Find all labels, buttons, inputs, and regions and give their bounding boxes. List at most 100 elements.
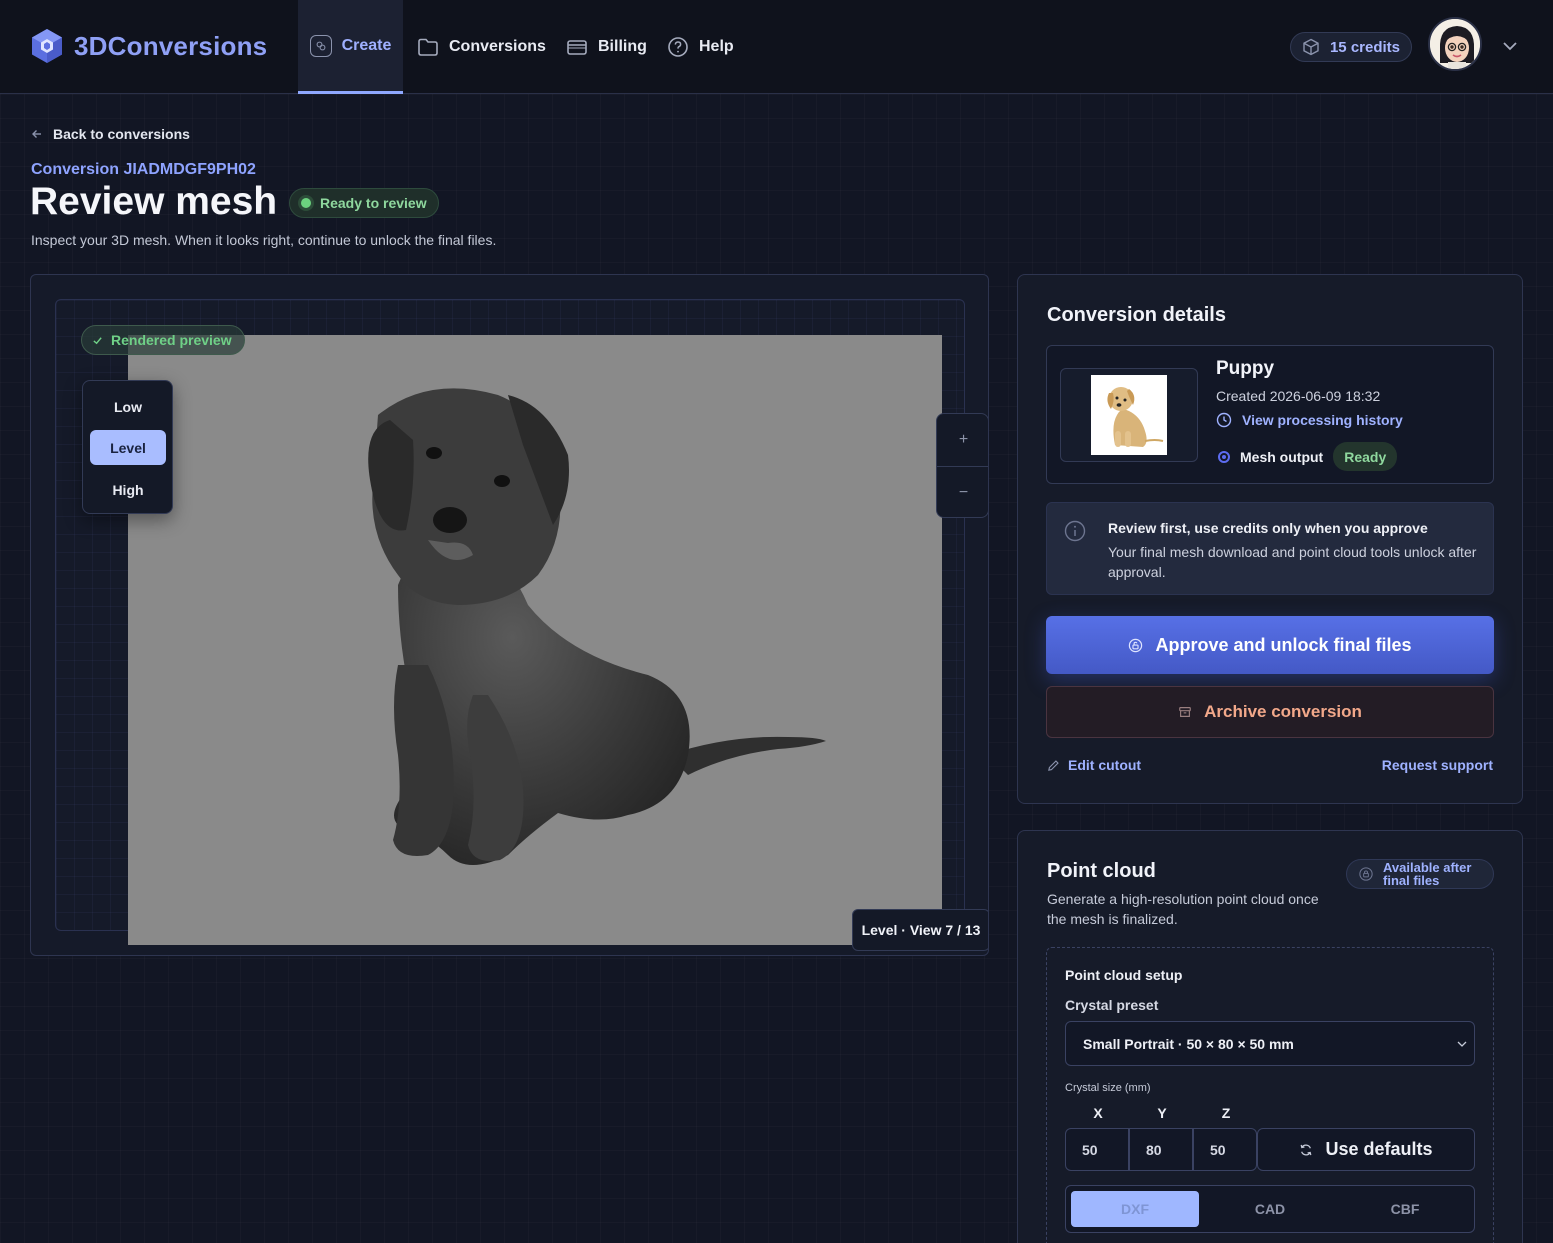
- pencil-icon: [1048, 759, 1059, 771]
- nav-tab-create-label: Create: [341, 36, 392, 54]
- approve-unlock-label: Approve and unlock final files: [1155, 634, 1412, 655]
- point-cloud-description: Generate a high-resolution point cloud o…: [1047, 891, 1319, 927]
- info-icon: [1064, 520, 1086, 542]
- crystal-preset-label: Crystal preset: [1065, 997, 1159, 1013]
- format-option-cad[interactable]: CAD: [1206, 1191, 1334, 1227]
- nav-tab-billing[interactable]: Billing: [566, 0, 647, 94]
- edit-cutout-label: Edit cutout: [1068, 757, 1142, 773]
- use-defaults-label: Use defaults: [1325, 1139, 1433, 1159]
- status-dot-icon: [301, 198, 311, 208]
- unlock-icon: [1129, 638, 1143, 652]
- axis-label-y: Y: [1157, 1105, 1167, 1121]
- crystal-preset-value: Small Portrait · 50 × 80 × 50 mm: [1083, 1035, 1294, 1052]
- back-link[interactable]: Back to conversions: [31, 126, 190, 142]
- zoom-out-button[interactable]: −: [937, 466, 988, 518]
- processing-history-link[interactable]: View processing history: [1216, 412, 1403, 428]
- avatar-image: [1430, 19, 1480, 69]
- archive-icon: [1179, 707, 1191, 717]
- viewer-canvas[interactable]: Rendered preview Low Level High + − Leve…: [55, 299, 988, 951]
- processing-history-label: View processing history: [1242, 412, 1403, 428]
- check-icon: [93, 336, 102, 344]
- brand-logo[interactable]: 3DConversions: [30, 28, 267, 64]
- conversion-details-title: Conversion details: [1047, 304, 1226, 326]
- asset-summary: Puppy Created 2026-06-09 18:32 View proc…: [1046, 345, 1494, 484]
- chevron-down-icon: [1457, 1041, 1467, 1047]
- card-icon: [567, 40, 587, 55]
- conversion-id: Conversion JIADMDGF9PH02: [31, 161, 256, 178]
- nav-tab-conversions[interactable]: Conversions: [417, 0, 546, 94]
- format-option-cbf[interactable]: CBF: [1341, 1191, 1469, 1227]
- point-cloud-card: Point cloud Available after final files …: [1017, 830, 1523, 1243]
- rendered-preview-badge: Rendered preview: [81, 325, 245, 355]
- nav-tab-conversions-label: Conversions: [449, 38, 546, 55]
- setup-title: Point cloud setup: [1065, 967, 1183, 983]
- quality-selector: Low Level High: [82, 380, 173, 514]
- puppy-mesh-image: [368, 388, 826, 865]
- credits-badge[interactable]: 15 credits: [1290, 32, 1412, 62]
- cube-icon: [1303, 38, 1319, 56]
- mesh-ready-badge: Ready: [1333, 442, 1398, 471]
- help-icon: [668, 37, 688, 57]
- nav-tab-create[interactable]: Create: [298, 0, 403, 94]
- mesh-output-status: Mesh output Ready: [1218, 442, 1398, 471]
- top-navigation: 3DConversions Create Conversions Billing…: [0, 0, 1553, 94]
- approval-info-banner: Review first, use credits only when you …: [1046, 502, 1494, 595]
- availability-badge: Available after final files: [1346, 859, 1494, 889]
- axis-label-x: X: [1093, 1105, 1103, 1121]
- cube-logo-icon: [32, 29, 62, 63]
- nav-tab-billing-label: Billing: [598, 38, 647, 55]
- status-badge-label: Ready to review: [320, 195, 427, 211]
- crystal-size-label: Crystal size (mm): [1065, 1082, 1151, 1094]
- arrow-left-icon: [32, 130, 41, 138]
- crystal-size-z-input[interactable]: 50: [1193, 1128, 1257, 1171]
- edit-cutout-link[interactable]: Edit cutout: [1047, 757, 1141, 773]
- clock-icon: [1216, 412, 1232, 428]
- create-icon: [309, 34, 332, 57]
- status-badge: Ready to review: [289, 188, 439, 218]
- lock-icon: [1359, 867, 1373, 881]
- archive-conversion-label: Archive conversion: [1204, 702, 1362, 721]
- puppy-photo: [1091, 375, 1167, 455]
- quality-option-low[interactable]: Low: [90, 389, 166, 424]
- point-cloud-title: Point cloud: [1047, 860, 1156, 882]
- folder-icon: [418, 38, 438, 56]
- page-title: Review mesh: [30, 180, 278, 223]
- asset-name: Puppy: [1216, 358, 1275, 379]
- format-selector: DXF CAD CBF: [1065, 1185, 1475, 1233]
- radio-target-icon: [1218, 450, 1230, 463]
- format-option-dxf[interactable]: DXF: [1071, 1191, 1199, 1227]
- asset-created-date: Created 2026-06-09 18:32: [1216, 388, 1381, 404]
- nav-tab-help-label: Help: [699, 38, 734, 55]
- mesh-output-label: Mesh output: [1240, 448, 1324, 465]
- user-avatar[interactable]: [1428, 17, 1482, 71]
- brand-name: 3DConversions: [74, 30, 268, 61]
- use-defaults-button[interactable]: Use defaults: [1257, 1128, 1475, 1171]
- crystal-size-y-input[interactable]: 80: [1129, 1128, 1193, 1171]
- info-banner-body: Your final mesh download and point cloud…: [1108, 544, 1477, 580]
- quality-option-level[interactable]: Level: [90, 430, 166, 465]
- conversion-details-card: Conversion details Puppy Created 2026-06…: [1017, 274, 1523, 804]
- back-link-label: Back to conversions: [53, 126, 190, 142]
- archive-conversion-button[interactable]: Archive conversion: [1046, 686, 1494, 738]
- page-subtitle: Inspect your 3D mesh. When it looks righ…: [31, 232, 497, 248]
- asset-thumbnail[interactable]: [1060, 368, 1198, 462]
- request-support-link[interactable]: Request support: [1382, 757, 1493, 773]
- quality-option-high[interactable]: High: [90, 472, 166, 507]
- zoom-controls: + −: [936, 413, 988, 518]
- rendered-preview-label: Rendered preview: [111, 332, 232, 348]
- approve-unlock-button[interactable]: Approve and unlock final files: [1046, 616, 1494, 674]
- refresh-icon: [1301, 1144, 1312, 1155]
- axis-label-z: Z: [1221, 1105, 1231, 1121]
- nav-tab-help[interactable]: Help: [667, 0, 734, 94]
- info-banner-title: Review first, use credits only when you …: [1108, 520, 1428, 536]
- chevron-down-icon[interactable]: [1501, 37, 1519, 55]
- crystal-size-x-input[interactable]: 50: [1065, 1128, 1129, 1171]
- credits-count: 15 credits: [1329, 38, 1401, 56]
- mesh-viewer[interactable]: Rendered preview Low Level High + − Leve…: [30, 274, 989, 956]
- rendered-mesh-preview[interactable]: [128, 335, 942, 945]
- availability-label: Available after final files: [1383, 860, 1472, 888]
- view-indicator: Level · View 7 / 13: [852, 909, 988, 951]
- crystal-preset-select[interactable]: Small Portrait · 50 × 80 × 50 mm: [1065, 1021, 1475, 1066]
- point-cloud-setup: Point cloud setup Crystal preset Small P…: [1046, 947, 1494, 1243]
- zoom-in-button[interactable]: +: [937, 414, 988, 466]
